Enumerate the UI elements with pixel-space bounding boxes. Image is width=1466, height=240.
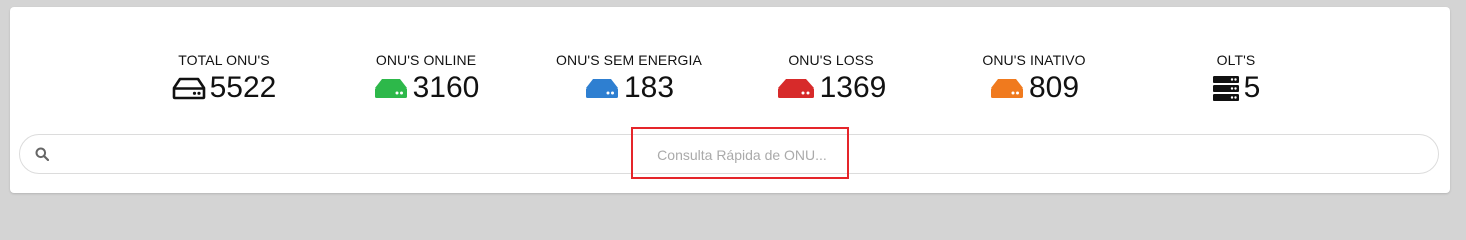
stat-onus-online: ONU'S ONLINE 3160 (336, 52, 516, 106)
server-icon (1212, 74, 1240, 102)
hdd-outline-icon (172, 76, 206, 100)
stat-label: ONU'S SEM ENERGIA (556, 52, 702, 68)
stat-label: ONU'S INATIVO (982, 52, 1086, 68)
stat-onus-loss: ONU'S LOSS 1369 (741, 52, 921, 106)
stat-value: 1369 (819, 71, 887, 104)
hdd-icon (989, 76, 1025, 100)
stat-onus-inativo: ONU'S INATIVO 809 (944, 52, 1124, 106)
stat-value: 3160 (412, 71, 480, 104)
stat-value: 5 (1243, 71, 1261, 104)
hdd-icon (776, 76, 816, 100)
stat-label: ONU'S LOSS (788, 52, 874, 68)
stat-value: 183 (623, 71, 675, 104)
stat-label: OLT'S (1216, 52, 1256, 68)
stat-olts: OLT'S 5 (1146, 52, 1326, 106)
hdd-icon (584, 76, 620, 100)
onu-summary-panel: TOTAL ONU'S 5522 ONU'S ONLINE 3160 ONU'S… (10, 7, 1450, 193)
stat-label: TOTAL ONU'S (178, 52, 270, 68)
stat-onus-sem-energia: ONU'S SEM ENERGIA 183 (539, 52, 719, 106)
hdd-icon (373, 76, 409, 100)
stat-value: 809 (1028, 71, 1080, 104)
search-input[interactable] (60, 139, 1424, 171)
stats-row: TOTAL ONU'S 5522 ONU'S ONLINE 3160 ONU'S… (10, 52, 1450, 112)
search-icon (35, 147, 50, 162)
stat-label: ONU'S ONLINE (375, 52, 477, 68)
quick-search-bar[interactable] (19, 134, 1439, 174)
stat-total-onus: TOTAL ONU'S 5522 (134, 52, 314, 106)
stat-value: 5522 (209, 71, 277, 104)
